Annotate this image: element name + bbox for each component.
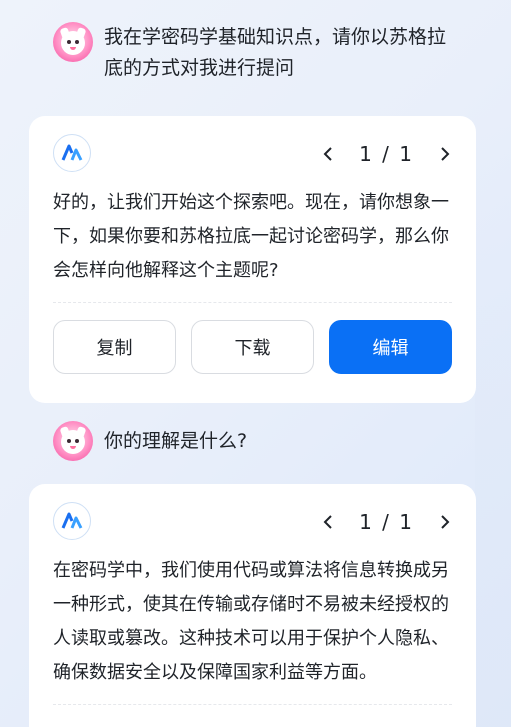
download-button[interactable]: 下载 (191, 320, 314, 374)
chevron-left-icon[interactable] (319, 144, 337, 164)
user-message-text: 我在学密码学基础知识点，请你以苏格拉底的方式对我进行提问 (104, 26, 447, 79)
user-message: 我在学密码学基础知识点，请你以苏格拉底的方式对我进行提问 (53, 22, 464, 84)
pager: 1 / 1 (319, 510, 454, 534)
user-avatar-icon (53, 22, 93, 62)
assistant-message-text: 在密码学中，我们使用代码或算法将信息转换成另一种形式，使其在传输或存储时不易被未… (53, 560, 449, 683)
user-avatar-icon (53, 421, 93, 461)
user-message-text: 你的理解是什么? (104, 430, 248, 452)
copy-button[interactable]: 复制 (53, 320, 176, 374)
pager: 1 / 1 (319, 142, 454, 166)
assistant-message-card: 1 / 1 在密码学中，我们使用代码或算法将信息转换成另一种形式，使其在传输或存… (29, 484, 476, 727)
divider (53, 704, 452, 705)
assistant-message-text: 好的，让我们开始这个探索吧。现在，请你想象一下，如果你要和苏格拉底一起讨论密码学… (53, 192, 449, 281)
bot-logo-icon (53, 502, 91, 540)
background-strip (475, 110, 511, 727)
bot-logo-icon (53, 134, 91, 172)
user-message: 你的理解是什么? (53, 421, 464, 461)
pager-count: 1 / 1 (359, 142, 414, 166)
edit-button[interactable]: 编辑 (329, 320, 452, 374)
chevron-right-icon[interactable] (436, 144, 454, 164)
assistant-message-card: 1 / 1 好的，让我们开始这个探索吧。现在，请你想象一下，如果你要和苏格拉底一… (29, 116, 476, 403)
chevron-left-icon[interactable] (319, 512, 337, 532)
chevron-right-icon[interactable] (436, 512, 454, 532)
pager-count: 1 / 1 (359, 510, 414, 534)
